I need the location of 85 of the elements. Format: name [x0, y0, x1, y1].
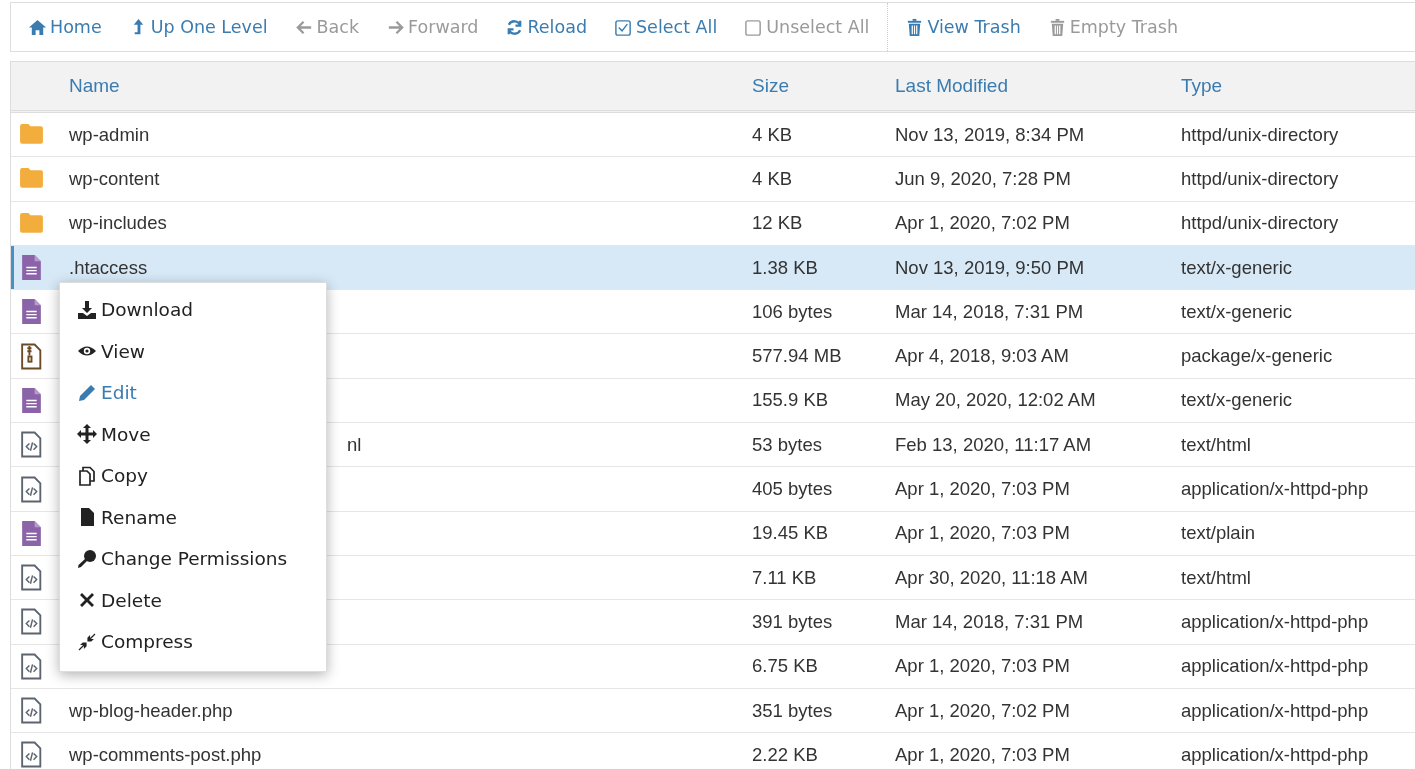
modified-date: Mar 14, 2018, 7:31 PM [895, 610, 1085, 633]
menu-item[interactable]: Download [60, 289, 326, 331]
mime-type: application/x-httpd-php [1181, 743, 1370, 766]
mime-type: httpd/unix-directory [1181, 123, 1340, 146]
code-file-icon [18, 564, 44, 592]
mime-type: httpd/unix-directory [1181, 212, 1340, 235]
file-name: .htaccess [69, 256, 148, 278]
file-size: 4 KB [752, 167, 794, 190]
mime-type: application/x-httpd-php [1181, 655, 1370, 678]
pencil-icon [77, 382, 97, 403]
modified-date: Nov 13, 2019, 9:50 PM [895, 256, 1086, 279]
table-row[interactable]: wp-admin 4 KB Nov 13, 2019, 8:34 PM httpd/unix-directory [11, 113, 1415, 158]
modified-date: Apr 1, 2020, 7:02 PM [895, 212, 1071, 235]
table-row[interactable]: .htaccess 1.38 KB Nov 13, 2019, 9:50 PM text/x-generic [11, 245, 1415, 291]
file-name: wp-includes [69, 212, 167, 234]
file-size: 106 bytes [752, 300, 834, 323]
mime-type: package/x-generic [1181, 345, 1334, 368]
file-size: 53 bytes [752, 433, 823, 456]
toolbar-button[interactable]: Select All [605, 7, 727, 47]
modified-date: Apr 1, 2020, 7:03 PM [895, 522, 1071, 545]
modified-date: Feb 13, 2020, 11:17 AM [895, 433, 1093, 456]
download-icon [77, 299, 97, 320]
mime-type: text/html [1181, 433, 1252, 456]
modified-date: Apr 1, 2020, 7:03 PM [895, 478, 1071, 500]
column-header[interactable]: Size [752, 75, 895, 97]
file-size: 6.75 KB [752, 655, 819, 678]
mime-type: httpd/unix-directory [1181, 167, 1340, 190]
table-row[interactable]: wp-content 4 KB Jun 9, 2020, 7:28 PM httpd/unix-directory [11, 157, 1415, 202]
modified-date: Jun 9, 2020, 7:28 PM [895, 167, 1072, 190]
column-header[interactable]: Type [1181, 75, 1415, 97]
table-row[interactable]: wp-blog-header.php 351 bytes Apr 1, 2020, 7:02 PM application/x-httpd-php [11, 688, 1415, 734]
mime-type: text/html [1181, 566, 1252, 589]
code-file-icon [18, 608, 44, 636]
mime-type: text/x-generic [1181, 300, 1294, 323]
mime-type: application/x-httpd-php [1181, 478, 1370, 500]
key-icon [77, 548, 97, 569]
file-name: wp-content [69, 167, 160, 189]
column-header[interactable]: Name [69, 75, 752, 97]
modified-date: Apr 30, 2020, 11:18 AM [895, 566, 1089, 589]
modified-date: Apr 1, 2020, 7:03 PM [895, 743, 1071, 766]
column-header[interactable]: Last Modified [895, 75, 1181, 97]
code-file-icon [18, 741, 44, 769]
modified-date: Nov 13, 2019, 8:34 PM [895, 123, 1086, 146]
modified-date: Mar 14, 2018, 7:31 PM [895, 300, 1085, 323]
file-size: 351 bytes [752, 699, 834, 722]
file-size: 4 KB [752, 123, 794, 146]
modified-date: Apr 1, 2020, 7:03 PM [895, 655, 1071, 678]
code-file-icon [18, 431, 44, 459]
table-row[interactable]: wp-includes 12 KB Apr 1, 2020, 7:02 PM httpd/unix-directory [11, 201, 1415, 246]
file-size: 391 bytes [752, 610, 834, 633]
mime-type: text/x-generic [1181, 256, 1294, 279]
file-size: 19.45 KB [752, 522, 830, 545]
file-size: 577.94 MB [752, 345, 843, 368]
file-size: 12 KB [752, 212, 804, 235]
modified-date: Apr 1, 2020, 7:02 PM [895, 699, 1071, 722]
file-name: wp-comments-post.php [69, 743, 262, 765]
toolbar-button[interactable]: Reload [496, 7, 596, 47]
file-size: 155.9 KB [752, 389, 830, 412]
file-size: 2.22 KB [752, 743, 819, 766]
toolbar-button[interactable]: View Trash [896, 7, 1030, 47]
table-row[interactable]: wp-comments-post.php 2.22 KB Apr 1, 2020, 7:03 PM application/x-httpd-php [11, 733, 1415, 769]
file-size: 7.11 KB [752, 566, 818, 589]
file-size: 405 bytes [752, 478, 834, 500]
zip-file-icon [18, 342, 44, 370]
mime-type: text/plain [1181, 522, 1257, 545]
checked-box-icon [614, 17, 633, 37]
code-file-icon [18, 697, 44, 724]
mime-type: application/x-httpd-php [1181, 699, 1370, 722]
checkbox-icon [744, 17, 764, 37]
file-name: wp-admin [69, 123, 150, 145]
move-arrows-icon [77, 424, 97, 445]
compress-icon [77, 631, 97, 652]
code-file-icon [18, 652, 44, 680]
toolbar-button[interactable]: Up One Level [119, 7, 277, 47]
file-name: nl [347, 433, 362, 455]
home-icon [28, 17, 47, 37]
file-size: 1.38 KB [752, 256, 819, 279]
copy-icon [77, 465, 97, 486]
code-file-icon [18, 475, 44, 503]
mime-type: application/x-httpd-php [1181, 610, 1370, 633]
toolbar-button[interactable]: Home [19, 7, 111, 47]
modified-date: Apr 4, 2018, 9:03 AM [895, 345, 1070, 368]
modified-date: May 20, 2020, 12:02 AM [895, 389, 1097, 412]
file-name: wp-blog-header.php [69, 699, 233, 721]
mime-type: text/x-generic [1181, 389, 1294, 412]
